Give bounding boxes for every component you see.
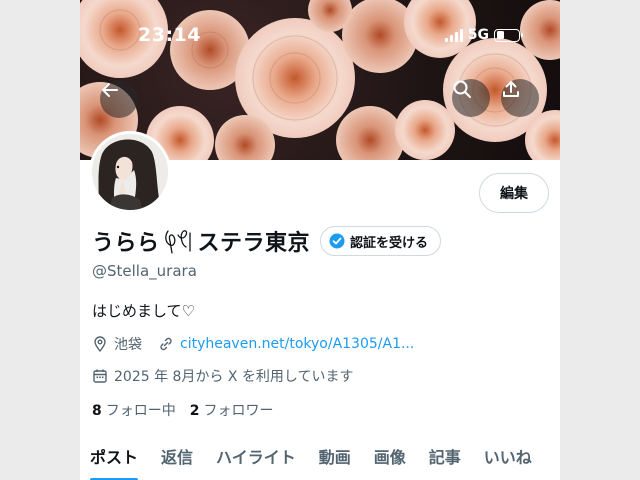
get-verified-button[interactable]: 認証を受ける	[320, 226, 442, 256]
tab-images[interactable]: 画像	[374, 436, 406, 476]
calendar-icon	[93, 369, 107, 383]
location-pin-icon	[94, 336, 106, 352]
verified-badge-icon	[329, 233, 345, 249]
edit-profile-button[interactable]: 編集	[479, 173, 549, 213]
tab-highlights[interactable]: ハイライト	[216, 436, 296, 476]
following-count: 8	[92, 403, 102, 419]
share-button[interactable]	[501, 79, 539, 117]
arrow-left-icon	[102, 83, 118, 97]
header-banner-image[interactable]: 23:14 5G	[80, 0, 560, 160]
followers-count: 2	[189, 403, 200, 419]
followers-link[interactable]: 2 フォロワー	[190, 400, 274, 420]
tab-articles[interactable]: 記事	[429, 436, 461, 476]
avatar[interactable]	[89, 131, 171, 213]
tab-replies[interactable]: 返信	[161, 436, 193, 476]
tab-likes[interactable]: いいね	[484, 436, 532, 476]
avatar-illustration	[92, 134, 168, 210]
following-label: フォロー中	[105, 403, 176, 419]
battery-level-fill	[496, 31, 504, 39]
bio-text: はじめまして♡	[92, 302, 195, 320]
joined-row: 2025 年 8月から X を利用しています	[92, 366, 354, 386]
profile-screen: 23:14 5G 編集 うらら ステラ東京 認証を受ける @Stella_ura…	[80, 0, 560, 480]
following-link[interactable]: 8 フォロー中	[92, 400, 176, 420]
profile-meta-row: 池袋 cityheaven.net/tokyo/A1305/A1...	[92, 334, 414, 354]
display-name-row: うらら ステラ東京 認証を受ける	[92, 224, 442, 258]
ribbon-doodle-icon	[164, 230, 191, 254]
status-indicators: 5G	[444, 27, 523, 43]
search-icon	[453, 80, 471, 98]
display-name-part1: うらら	[92, 231, 160, 256]
avatar-image	[92, 134, 168, 210]
link-icon	[160, 337, 172, 351]
tab-posts[interactable]: ポスト	[90, 436, 139, 480]
get-verified-label: 認証を受ける	[350, 235, 429, 251]
tab-videos[interactable]: 動画	[319, 436, 351, 476]
display-name-part2: ステラ東京	[197, 231, 311, 256]
followers-label: フォロワー	[203, 403, 274, 419]
search-button[interactable]	[452, 79, 490, 117]
user-handle: @Stella_urara	[92, 262, 197, 280]
joined-date-text: 2025 年 8月から X を利用しています	[114, 369, 354, 385]
website-link[interactable]: cityheaven.net/tokyo/A1305/A1...	[180, 336, 414, 352]
cellular-signal-icon	[444, 28, 463, 42]
back-button[interactable]	[100, 80, 138, 118]
share-icon	[503, 81, 519, 97]
profile-tabs: ポスト 返信 ハイライト 動画 画像 記事 いいね	[80, 436, 560, 480]
status-time: 23:14	[138, 24, 201, 46]
follow-stats: 8 フォロー中 2 フォロワー	[92, 400, 274, 420]
network-type: 5G	[467, 27, 489, 43]
location-text: 池袋	[114, 337, 142, 353]
battery-icon	[494, 28, 523, 42]
